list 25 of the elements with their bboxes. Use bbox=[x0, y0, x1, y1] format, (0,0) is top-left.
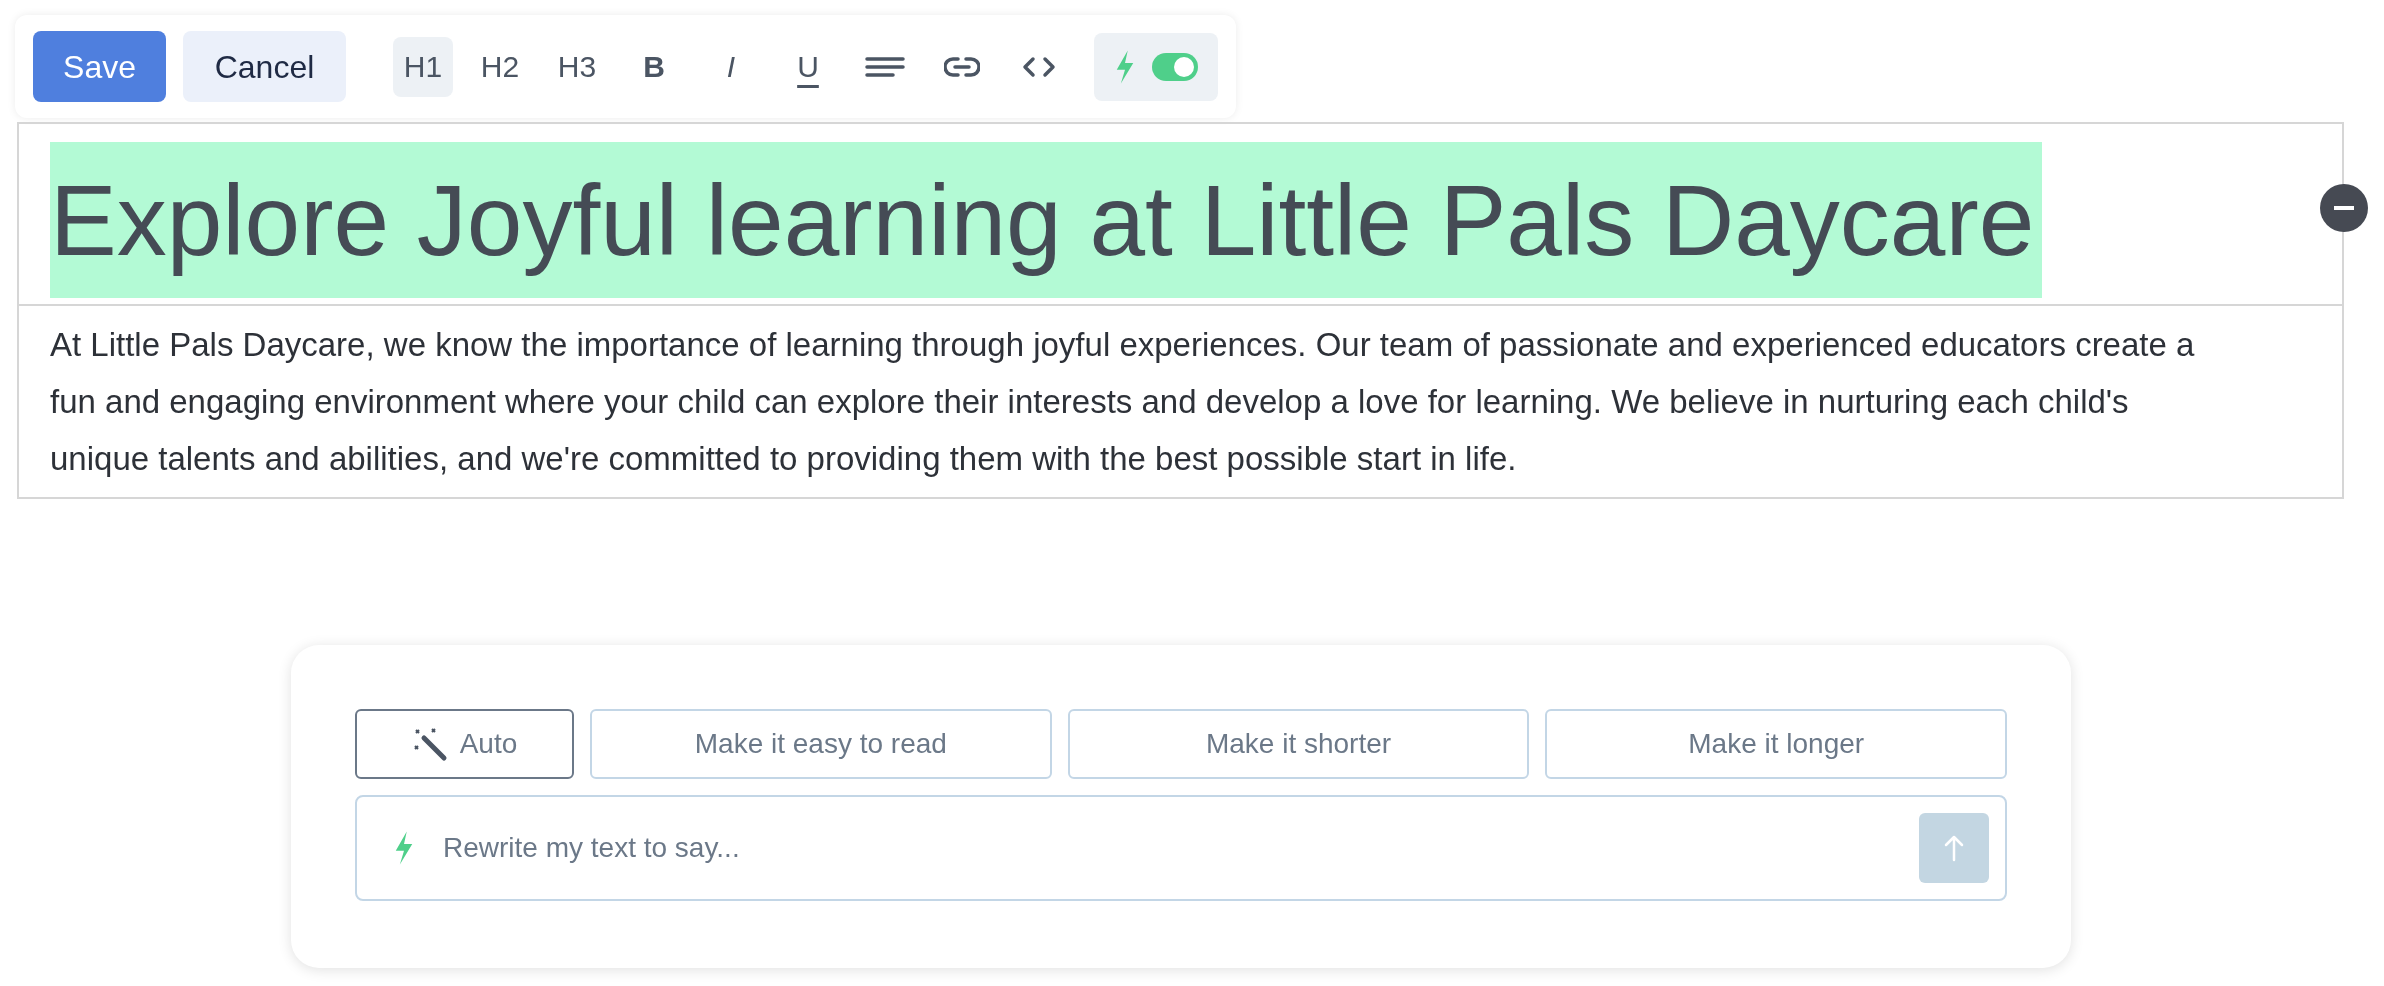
rewrite-option-button[interactable]: Make it easy to read bbox=[590, 709, 1052, 779]
format-button[interactable]: H2 bbox=[470, 36, 530, 97]
format-button[interactable]: H1 bbox=[393, 36, 453, 97]
text-input[interactable]: Rewrite my text to say... bbox=[443, 827, 1891, 869]
body-paragraph: At Little Pals Daycare, we know the importance of learning through joyful experiences. Our team of passionate and experienced educators create a fun and engaging environment where your child can explore their interests and develop a love for learning. We believe in nurturing each child's unique talents and abilities, and we're committed to providing them with the best possible start in life. bbox=[49, 325, 2196, 479]
minus-icon bbox=[2334, 206, 2354, 210]
align-icon bbox=[865, 54, 905, 79]
heading-text: Explore Joyful learning at Little Pals Daycare bbox=[50, 142, 2043, 298]
cancel-button[interactable]: Cancel bbox=[183, 31, 346, 102]
format-button[interactable]: B bbox=[624, 36, 684, 97]
remove-button[interactable] bbox=[2320, 184, 2368, 232]
toggle-switch[interactable] bbox=[1152, 52, 1198, 81]
format-button[interactable]: U bbox=[778, 36, 838, 97]
format-button[interactable]: I bbox=[701, 36, 761, 97]
magic-wand-icon bbox=[411, 726, 448, 762]
rewrite-option-button[interactable]: Make it longer bbox=[1545, 709, 2007, 779]
prompt-field[interactable]: Rewrite my text to say... bbox=[355, 795, 2007, 901]
save-button[interactable]: Save bbox=[33, 31, 166, 102]
code-icon bbox=[1021, 54, 1057, 79]
format-button[interactable]: H3 bbox=[547, 36, 607, 97]
lightning-icon bbox=[1114, 48, 1136, 85]
rewrite-option-button[interactable]: Make it shorter bbox=[1067, 709, 1530, 779]
rewrite-option-button[interactable]: Auto bbox=[355, 709, 574, 779]
link-icon bbox=[944, 54, 980, 79]
up-arrow-icon bbox=[1944, 834, 1964, 862]
